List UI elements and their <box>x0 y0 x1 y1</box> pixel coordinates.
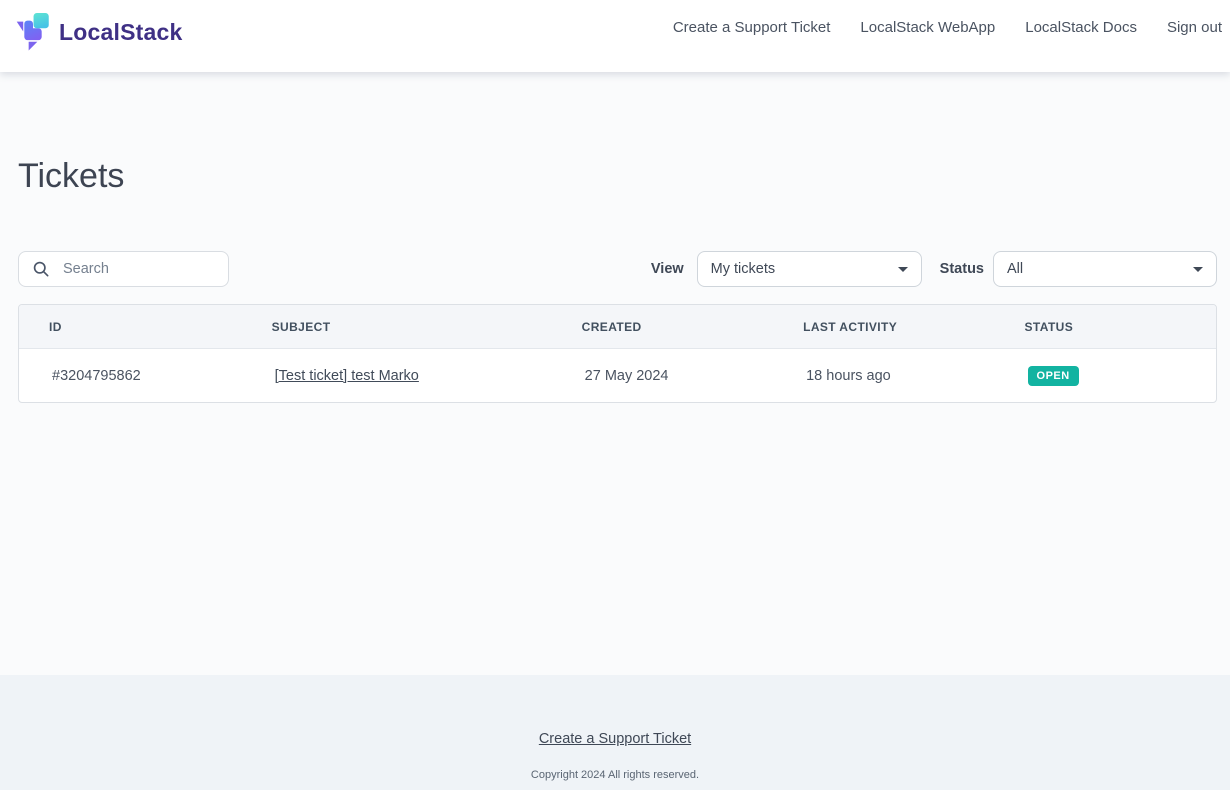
status-filter-label: Status <box>940 261 984 277</box>
column-header-last-activity: LAST ACTIVITY <box>773 305 994 348</box>
app-header: LocalStack Create a Support Ticket Local… <box>0 0 1230 72</box>
page-title: Tickets <box>18 158 1217 195</box>
view-select[interactable]: My tickets <box>697 251 922 287</box>
search-box <box>18 251 229 287</box>
filters-row: View My tickets Status All <box>18 251 1217 287</box>
ticket-created: 27 May 2024 <box>552 348 773 402</box>
column-header-id: ID <box>19 305 242 348</box>
ticket-subject-link[interactable]: [Test ticket] test Marko <box>275 368 419 384</box>
localstack-logo[interactable]: LocalStack <box>16 13 182 51</box>
nav-create-support-ticket[interactable]: Create a Support Ticket <box>673 19 831 36</box>
ticket-id: #3204795862 <box>19 348 242 402</box>
top-nav: Create a Support Ticket LocalStack WebAp… <box>673 19 1222 36</box>
column-header-created: CREATED <box>552 305 773 348</box>
column-header-subject: SUBJECT <box>242 305 552 348</box>
ticket-last-activity: 18 hours ago <box>773 348 994 402</box>
tickets-table: ID SUBJECT CREATED LAST ACTIVITY STATUS … <box>18 304 1217 403</box>
view-select-value: My tickets <box>711 261 891 277</box>
main-content: Tickets View My tickets Status All <box>0 72 1230 675</box>
brand-name: LocalStack <box>59 19 182 46</box>
app-footer: Create a Support Ticket Copyright 2024 A… <box>0 675 1230 790</box>
status-badge: OPEN <box>1028 366 1079 386</box>
status-select-value: All <box>1007 261 1186 277</box>
table-header-row: ID SUBJECT CREATED LAST ACTIVITY STATUS <box>19 305 1216 348</box>
status-select[interactable]: All <box>993 251 1217 287</box>
page: LocalStack Create a Support Ticket Local… <box>0 0 1230 790</box>
ticket-row: #3204795862 [Test ticket] test Marko 27 … <box>19 348 1216 402</box>
search-input[interactable] <box>61 260 218 278</box>
view-filter-label: View <box>651 261 684 277</box>
search-icon <box>31 259 51 279</box>
column-header-status: STATUS <box>995 305 1216 348</box>
nav-localstack-docs[interactable]: LocalStack Docs <box>1025 19 1137 36</box>
footer-create-support-ticket-link[interactable]: Create a Support Ticket <box>539 731 691 747</box>
copyright-text: Copyright 2024 All rights reserved. <box>0 769 1230 781</box>
nav-sign-out[interactable]: Sign out <box>1167 19 1222 36</box>
caret-down-icon <box>891 257 915 281</box>
caret-down-icon <box>1186 257 1210 281</box>
localstack-logo-icon <box>16 13 50 51</box>
nav-localstack-webapp[interactable]: LocalStack WebApp <box>860 19 995 36</box>
